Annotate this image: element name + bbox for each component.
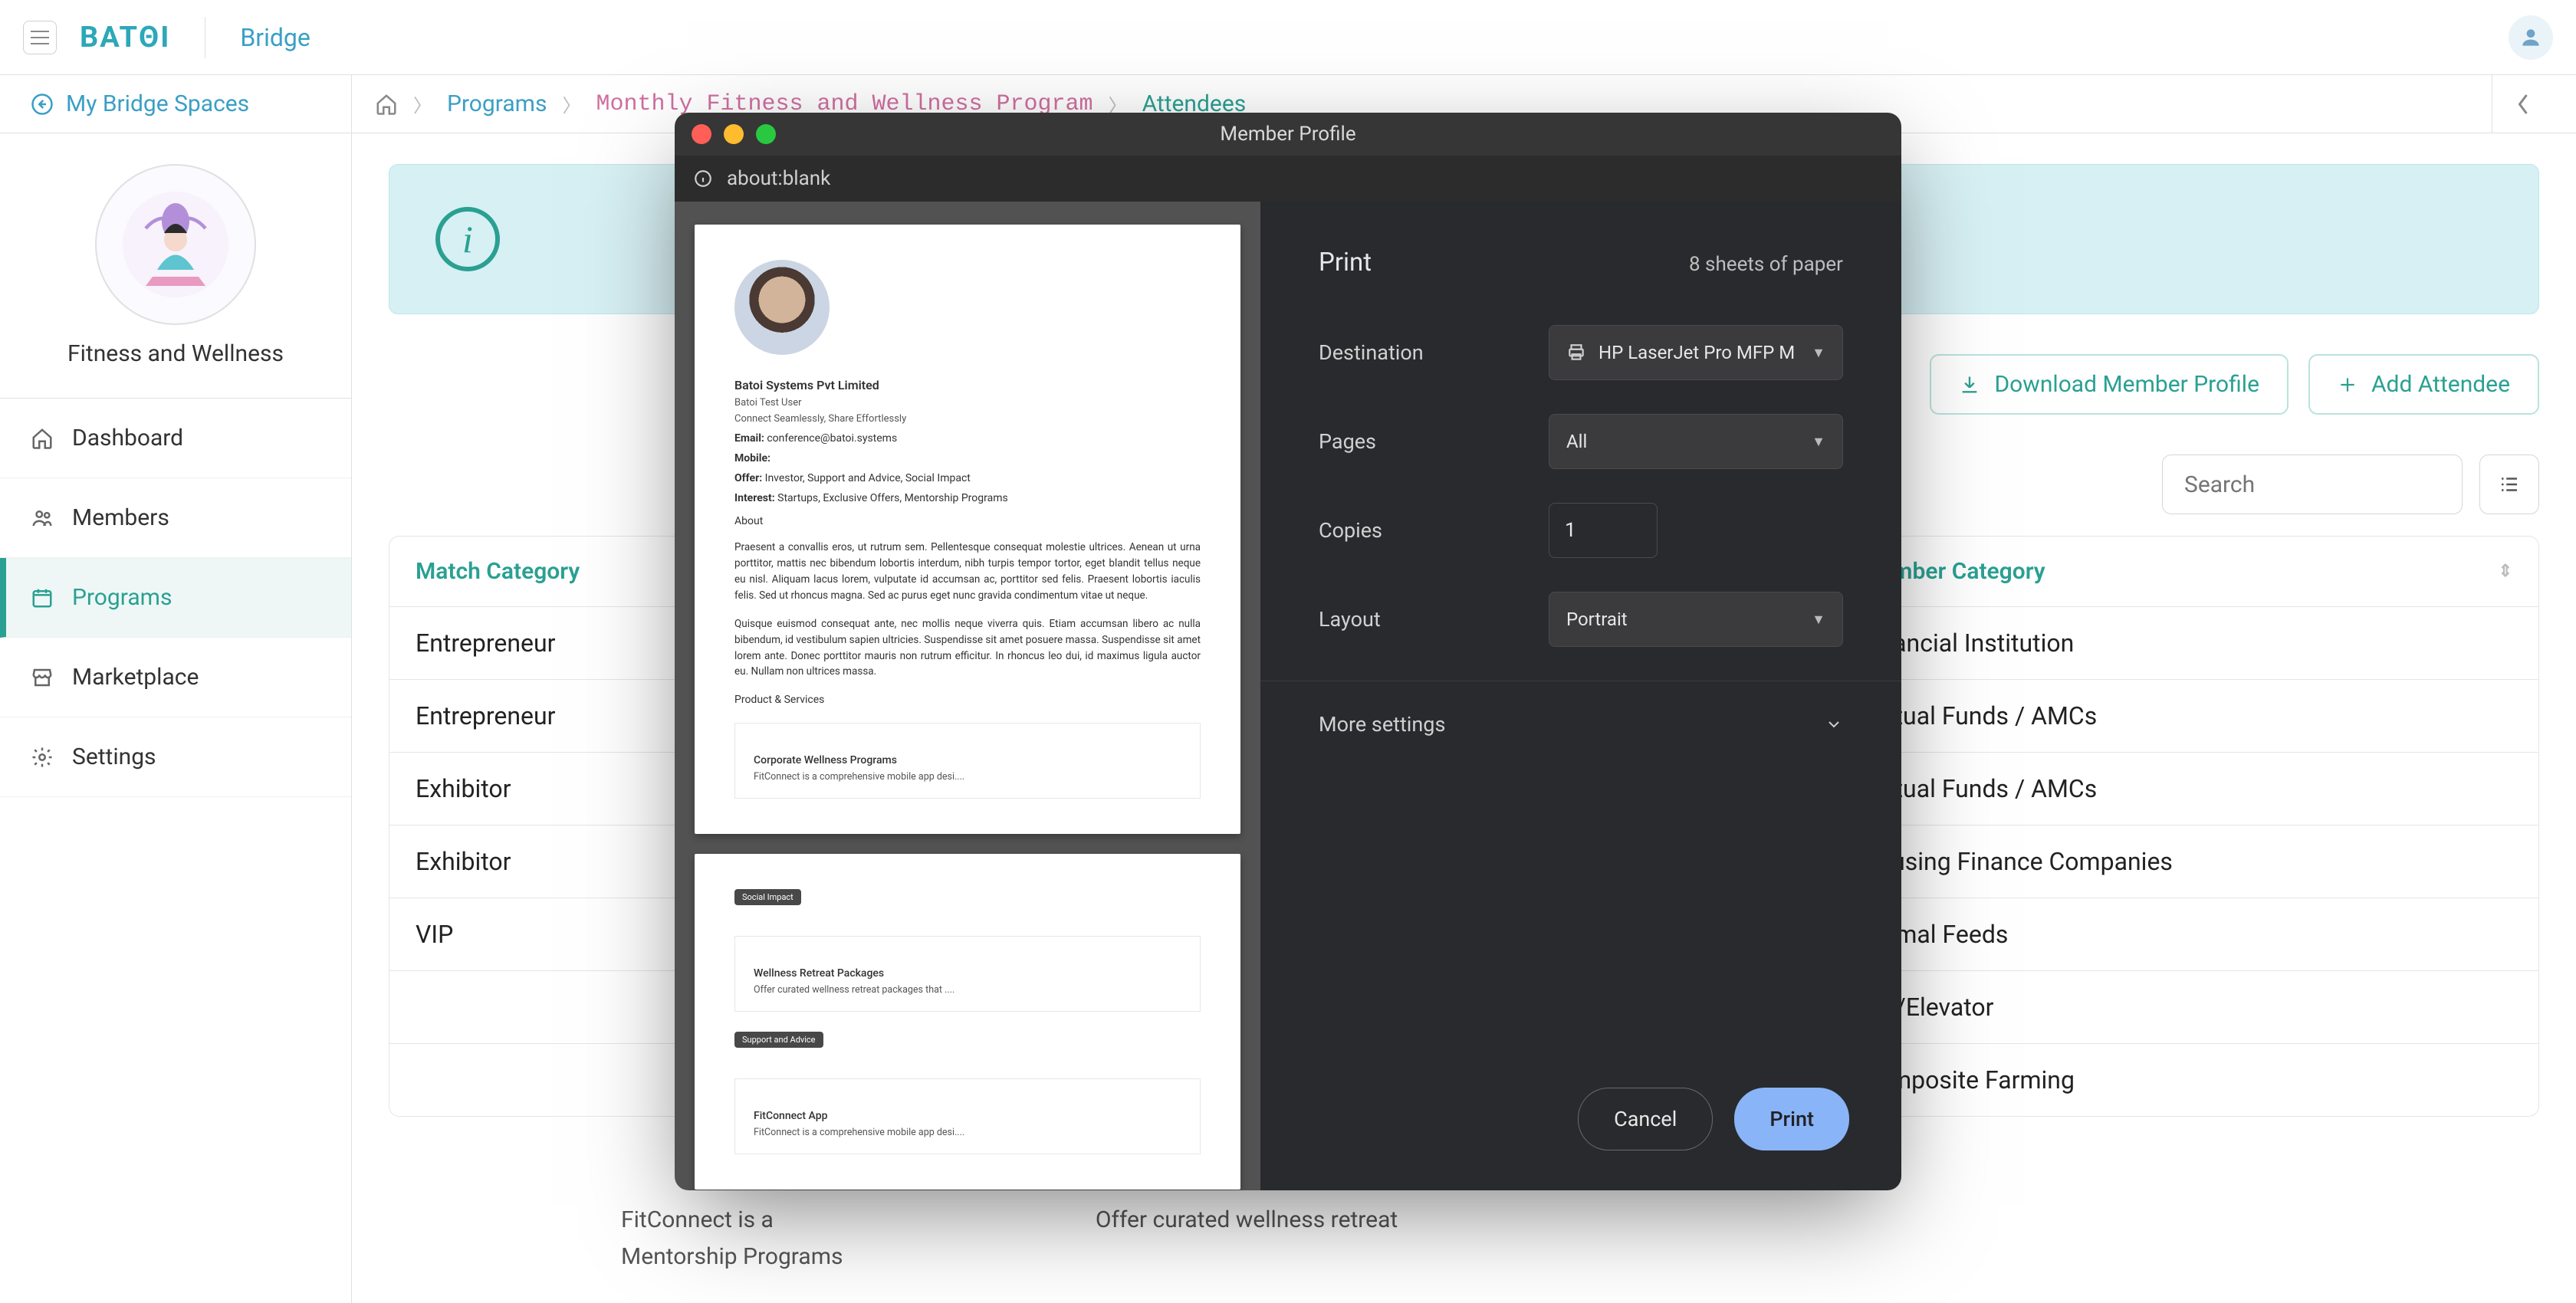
preview-page-2: Social Impact Wellness Retreat Packages … bbox=[695, 854, 1240, 1190]
tag-chip: Support and Advice bbox=[734, 1032, 823, 1048]
back-arrow-icon bbox=[31, 93, 54, 116]
breadcrumb-home[interactable] bbox=[375, 93, 398, 116]
print-title: Print bbox=[1319, 248, 1372, 277]
back-label: My Bridge Spaces bbox=[66, 90, 249, 117]
hamburger-icon bbox=[31, 31, 49, 44]
more-settings-toggle[interactable]: More settings bbox=[1319, 697, 1843, 752]
layout-label: Layout bbox=[1319, 607, 1549, 632]
destination-value: HP LaserJet Pro MFP M bbox=[1598, 342, 1795, 363]
sidebar-item-members[interactable]: Members bbox=[0, 478, 351, 558]
button-label: Download Member Profile bbox=[1994, 371, 2259, 398]
more-settings-label: More settings bbox=[1319, 712, 1445, 737]
info-circle-icon bbox=[693, 169, 713, 189]
url-text: about:blank bbox=[727, 167, 830, 190]
search-input[interactable] bbox=[2162, 455, 2463, 514]
hamburger-button[interactable] bbox=[23, 21, 57, 54]
sidebar-item-label: Programs bbox=[72, 584, 172, 611]
breadcrumb-collapse-button[interactable] bbox=[2492, 75, 2553, 133]
sidebar-item-dashboard[interactable]: Dashboard bbox=[0, 399, 351, 478]
list-icon bbox=[2498, 473, 2521, 496]
copies-input[interactable] bbox=[1549, 503, 1658, 558]
copies-label: Copies bbox=[1319, 518, 1549, 543]
chevron-down-icon: ▼ bbox=[1812, 345, 1825, 361]
button-label: Add Attendee bbox=[2371, 371, 2510, 398]
sidebar-item-label: Settings bbox=[72, 743, 156, 770]
breadcrumb-programs[interactable]: Programs bbox=[447, 90, 547, 117]
home-icon bbox=[31, 427, 57, 450]
sidebar: My Bridge Spaces Fitness and Wellness Da… bbox=[0, 75, 352, 1303]
space-title: Fitness and Wellness bbox=[67, 340, 284, 367]
chevron-left-icon bbox=[2515, 93, 2531, 116]
sidebar-item-label: Members bbox=[72, 504, 169, 531]
org-name: Batoi Systems Pvt Limited bbox=[734, 378, 1201, 392]
window-titlebar: Member Profile bbox=[675, 113, 1901, 156]
sidebar-item-marketplace[interactable]: Marketplace bbox=[0, 638, 351, 717]
print-settings-pane: Print 8 sheets of paper Destination HP L… bbox=[1260, 202, 1901, 1190]
chevron-right-icon: 〉 bbox=[562, 90, 580, 117]
destination-select[interactable]: HP LaserJet Pro MFP M ▼ bbox=[1549, 325, 1843, 380]
minimize-window-button[interactable] bbox=[724, 124, 744, 144]
chevron-down-icon: ▼ bbox=[1812, 612, 1825, 628]
info-icon: i bbox=[435, 207, 500, 271]
pages-label: Pages bbox=[1319, 429, 1549, 454]
sidebar-item-label: Dashboard bbox=[72, 425, 183, 451]
sheet-count: 8 sheets of paper bbox=[1689, 253, 1843, 276]
sort-icon[interactable]: ⇕ bbox=[2499, 562, 2512, 581]
members-icon bbox=[31, 507, 57, 530]
plus-icon bbox=[2338, 375, 2358, 395]
preview-page-1: Batoi Systems Pvt Limited Batoi Test Use… bbox=[695, 225, 1240, 834]
print-dialog: Member Profile about:blank Batoi Systems… bbox=[675, 113, 1901, 1190]
download-member-profile-button[interactable]: Download Member Profile bbox=[1930, 354, 2288, 415]
pages-select[interactable]: All ▼ bbox=[1549, 414, 1843, 469]
tagline: Connect Seamlessly, Share Effortlessly bbox=[734, 413, 1201, 425]
user-icon bbox=[2518, 25, 2543, 50]
tag-chip: Social Impact bbox=[734, 889, 801, 905]
column-settings-button[interactable] bbox=[2479, 455, 2539, 514]
sidebar-item-label: Marketplace bbox=[72, 664, 199, 691]
topbar: BATΘI Bridge bbox=[0, 0, 2576, 75]
calendar-icon bbox=[31, 586, 57, 609]
close-window-button[interactable] bbox=[692, 124, 711, 144]
printer-icon bbox=[1566, 343, 1586, 363]
user-avatar-button[interactable] bbox=[2509, 15, 2553, 60]
pages-value: All bbox=[1566, 431, 1587, 452]
destination-label: Destination bbox=[1319, 340, 1549, 365]
home-icon bbox=[375, 93, 398, 116]
yoga-avatar-icon bbox=[118, 187, 233, 302]
chevron-down-icon: ▼ bbox=[1812, 434, 1825, 450]
brand-logo[interactable]: BATΘI bbox=[80, 21, 170, 54]
add-attendee-button[interactable]: Add Attendee bbox=[2308, 354, 2539, 415]
layout-value: Portrait bbox=[1566, 609, 1628, 630]
member-photo bbox=[734, 260, 830, 355]
space-header: Fitness and Wellness bbox=[0, 133, 351, 399]
back-to-spaces[interactable]: My Bridge Spaces bbox=[0, 75, 351, 133]
space-avatar bbox=[95, 164, 256, 325]
maximize-window-button[interactable] bbox=[756, 124, 776, 144]
sidebar-item-settings[interactable]: Settings bbox=[0, 717, 351, 797]
user-name: Batoi Test User bbox=[734, 397, 1201, 409]
col-match-category: Match Category bbox=[416, 558, 580, 585]
window-title: Member Profile bbox=[675, 123, 1901, 146]
layout-select[interactable]: Portrait ▼ bbox=[1549, 592, 1843, 647]
brand-text: BATΘI bbox=[80, 21, 170, 54]
print-preview-pane[interactable]: Batoi Systems Pvt Limited Batoi Test Use… bbox=[675, 202, 1260, 1190]
sidebar-item-programs[interactable]: Programs bbox=[0, 558, 351, 638]
store-icon bbox=[31, 666, 57, 689]
chevron-down-icon bbox=[1825, 715, 1843, 734]
chevron-right-icon: 〉 bbox=[413, 90, 432, 117]
url-bar: about:blank bbox=[675, 156, 1901, 202]
print-button[interactable]: Print bbox=[1734, 1088, 1849, 1150]
bridge-link[interactable]: Bridge bbox=[240, 23, 310, 52]
gear-icon bbox=[31, 746, 57, 769]
cancel-button[interactable]: Cancel bbox=[1578, 1088, 1713, 1150]
download-icon bbox=[1959, 374, 1980, 395]
